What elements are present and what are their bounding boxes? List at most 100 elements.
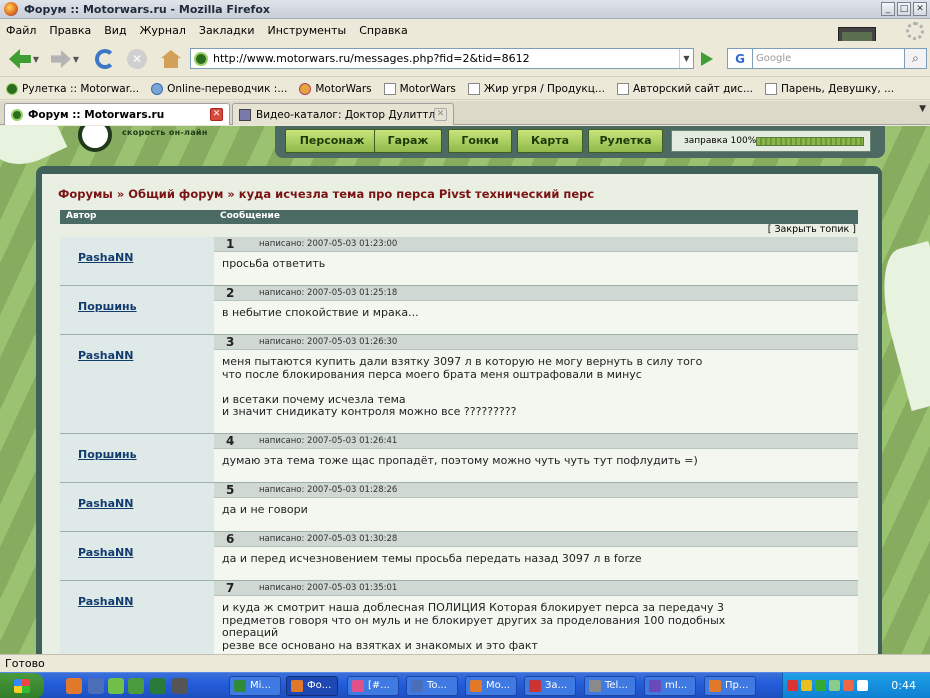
close-tab-icon[interactable]: ✕ <box>210 108 223 121</box>
stop-button[interactable]: ✕ <box>124 47 150 71</box>
nav-garage-button[interactable]: Гараж <box>374 129 442 153</box>
close-topic-link[interactable]: [ Закрыть топик ] <box>768 224 856 235</box>
clock: 0:44 <box>891 679 916 692</box>
post-number: 5 <box>226 483 235 497</box>
url-text[interactable]: http://www.motorwars.ru/messages.php?fid… <box>213 52 679 65</box>
search-input[interactable]: Google <box>753 48 905 69</box>
app-quicklaunch-icon[interactable] <box>108 678 124 694</box>
post-author-link[interactable]: PashaNN <box>60 483 214 531</box>
tab-forum[interactable]: Форум :: Motorwars.ru ✕ <box>4 103 230 125</box>
fuel-indicator: заправка 100% <box>671 130 871 152</box>
tab-video-catalog[interactable]: Видео-каталог: Доктор Дулиттл 3 /...✕ <box>232 103 454 125</box>
nav-roulette-button[interactable]: Рулетка <box>588 129 663 153</box>
taskbar-button[interactable]: To... <box>406 676 458 696</box>
window-title: Форум :: Motorwars.ru - Mozilla Firefox <box>24 2 270 16</box>
forum-post: Поршинь 2 написано: 2007-05-03 01:25:18 в… <box>60 286 858 335</box>
bookmark-item[interactable]: MotorWars <box>299 82 372 95</box>
post-number: 3 <box>226 335 235 349</box>
search-icon[interactable]: ⌕ <box>905 48 927 69</box>
fuel-progress-bar <box>756 137 864 146</box>
app-quicklaunch-icon[interactable] <box>128 678 144 694</box>
post-author-link[interactable]: PashaNN <box>60 335 214 433</box>
firefox-quicklaunch-icon[interactable] <box>66 678 82 694</box>
nav-character-button[interactable]: Персонаж <box>285 129 379 153</box>
forward-arrow-icon <box>50 50 71 68</box>
url-history-dropdown[interactable]: ▼ <box>679 49 693 68</box>
tray-icon[interactable] <box>843 680 854 691</box>
clock-icon <box>299 82 312 95</box>
menu-history[interactable]: Журнал <box>140 24 186 37</box>
nav-map-button[interactable]: Карта <box>517 129 583 153</box>
search-engine-button[interactable]: G <box>727 48 753 69</box>
bookmark-item[interactable]: Парень, Девушку, ... <box>764 82 894 95</box>
nav-races-button[interactable]: Гонки <box>448 129 512 153</box>
tray-icon[interactable] <box>787 680 798 691</box>
menu-tools[interactable]: Инструменты <box>268 24 347 37</box>
taskbar-button[interactable]: mI... <box>644 676 696 696</box>
stop-icon: ✕ <box>127 49 147 69</box>
maximize-button[interactable]: □ <box>897 2 911 16</box>
home-button[interactable] <box>158 47 184 71</box>
tray-icon[interactable] <box>815 680 826 691</box>
home-icon <box>161 50 181 68</box>
table-header: Автор Сообщение <box>60 210 858 224</box>
post-author-link[interactable]: Поршинь <box>60 286 214 334</box>
translator-icon <box>151 82 164 95</box>
close-tab-icon[interactable]: ✕ <box>434 108 447 121</box>
post-author-link[interactable]: PashaNN <box>60 581 214 654</box>
post-message: да и перед исчезновением темы просьба пе… <box>214 547 858 580</box>
bookmark-item[interactable]: MotorWars <box>383 82 456 95</box>
go-button[interactable] <box>698 50 716 68</box>
menu-view[interactable]: Вид <box>104 24 126 37</box>
menu-edit[interactable]: Правка <box>49 24 91 37</box>
bookmark-item[interactable]: Online-переводчик :... <box>151 82 287 95</box>
back-button[interactable]: ▼ <box>4 47 44 71</box>
minimize-button[interactable]: _ <box>881 2 895 16</box>
taskbar-button[interactable]: За... <box>524 676 576 696</box>
chat-icon <box>352 680 364 692</box>
tray-icon[interactable] <box>829 680 840 691</box>
tray-icon[interactable] <box>801 680 812 691</box>
save-quicklaunch-icon[interactable] <box>88 678 104 694</box>
excel-icon <box>234 680 246 692</box>
post-date: написано: 2007-05-03 01:28:26 <box>259 485 398 495</box>
breadcrumb[interactable]: Форумы » Общий форум » куда исчезла тема… <box>58 187 594 201</box>
post-message: в небытие спокойствие и мрака... <box>214 301 858 334</box>
reload-button[interactable] <box>92 47 118 71</box>
taskbar-button[interactable]: Tel... <box>584 676 636 696</box>
system-tray: 0:44 <box>782 673 930 698</box>
taskbar-button[interactable]: Фо... <box>286 676 338 696</box>
site-favicon <box>194 51 208 66</box>
menu-help[interactable]: Справка <box>359 24 407 37</box>
bookmarks-toolbar: Рулетка :: Motorwar... Online-переводчик… <box>0 78 930 100</box>
address-bar[interactable]: http://www.motorwars.ru/messages.php?fid… <box>190 48 694 69</box>
forum-post: PashaNN 3 написано: 2007-05-03 01:26:30 м… <box>60 335 858 434</box>
menu-file[interactable]: Файл <box>6 24 36 37</box>
taskbar-button[interactable]: Mo... <box>465 676 517 696</box>
bookmark-item[interactable]: Жир угря / Продукц... <box>467 82 605 95</box>
forward-button[interactable]: ▼ <box>48 47 82 71</box>
close-button[interactable]: ✕ <box>913 2 927 16</box>
firefox-icon <box>470 680 482 692</box>
bookmark-item[interactable]: Рулетка :: Motorwar... <box>6 82 139 95</box>
chevron-down-icon[interactable]: ▼ <box>73 55 79 64</box>
column-message: Сообщение <box>220 211 280 221</box>
taskbar-button[interactable]: Пр... <box>704 676 756 696</box>
post-author-link[interactable]: Поршинь <box>60 434 214 482</box>
taskbar-button[interactable]: [#... <box>347 676 399 696</box>
firefox-icon <box>291 680 303 692</box>
post-author-link[interactable]: PashaNN <box>60 532 214 580</box>
start-button[interactable] <box>0 673 44 698</box>
post-author-link[interactable]: PashaNN <box>60 237 214 285</box>
language-flag-icon[interactable] <box>857 680 868 691</box>
app-quicklaunch-icon[interactable] <box>172 678 188 694</box>
menu-bar: Файл Правка Вид Журнал Закладки Инструме… <box>0 19 930 41</box>
app-quicklaunch-icon[interactable] <box>150 678 166 694</box>
chevron-down-icon[interactable]: ▼ <box>33 55 39 64</box>
taskbar-button[interactable]: Mi... <box>229 676 281 696</box>
tab-list-button[interactable]: ▼ <box>919 104 926 114</box>
menu-bookmarks[interactable]: Закладки <box>199 24 255 37</box>
post-date: написано: 2007-05-03 01:25:18 <box>259 288 398 298</box>
post-date: написано: 2007-05-03 01:30:28 <box>259 534 398 544</box>
bookmark-item[interactable]: Авторский сайт дис... <box>616 82 753 95</box>
